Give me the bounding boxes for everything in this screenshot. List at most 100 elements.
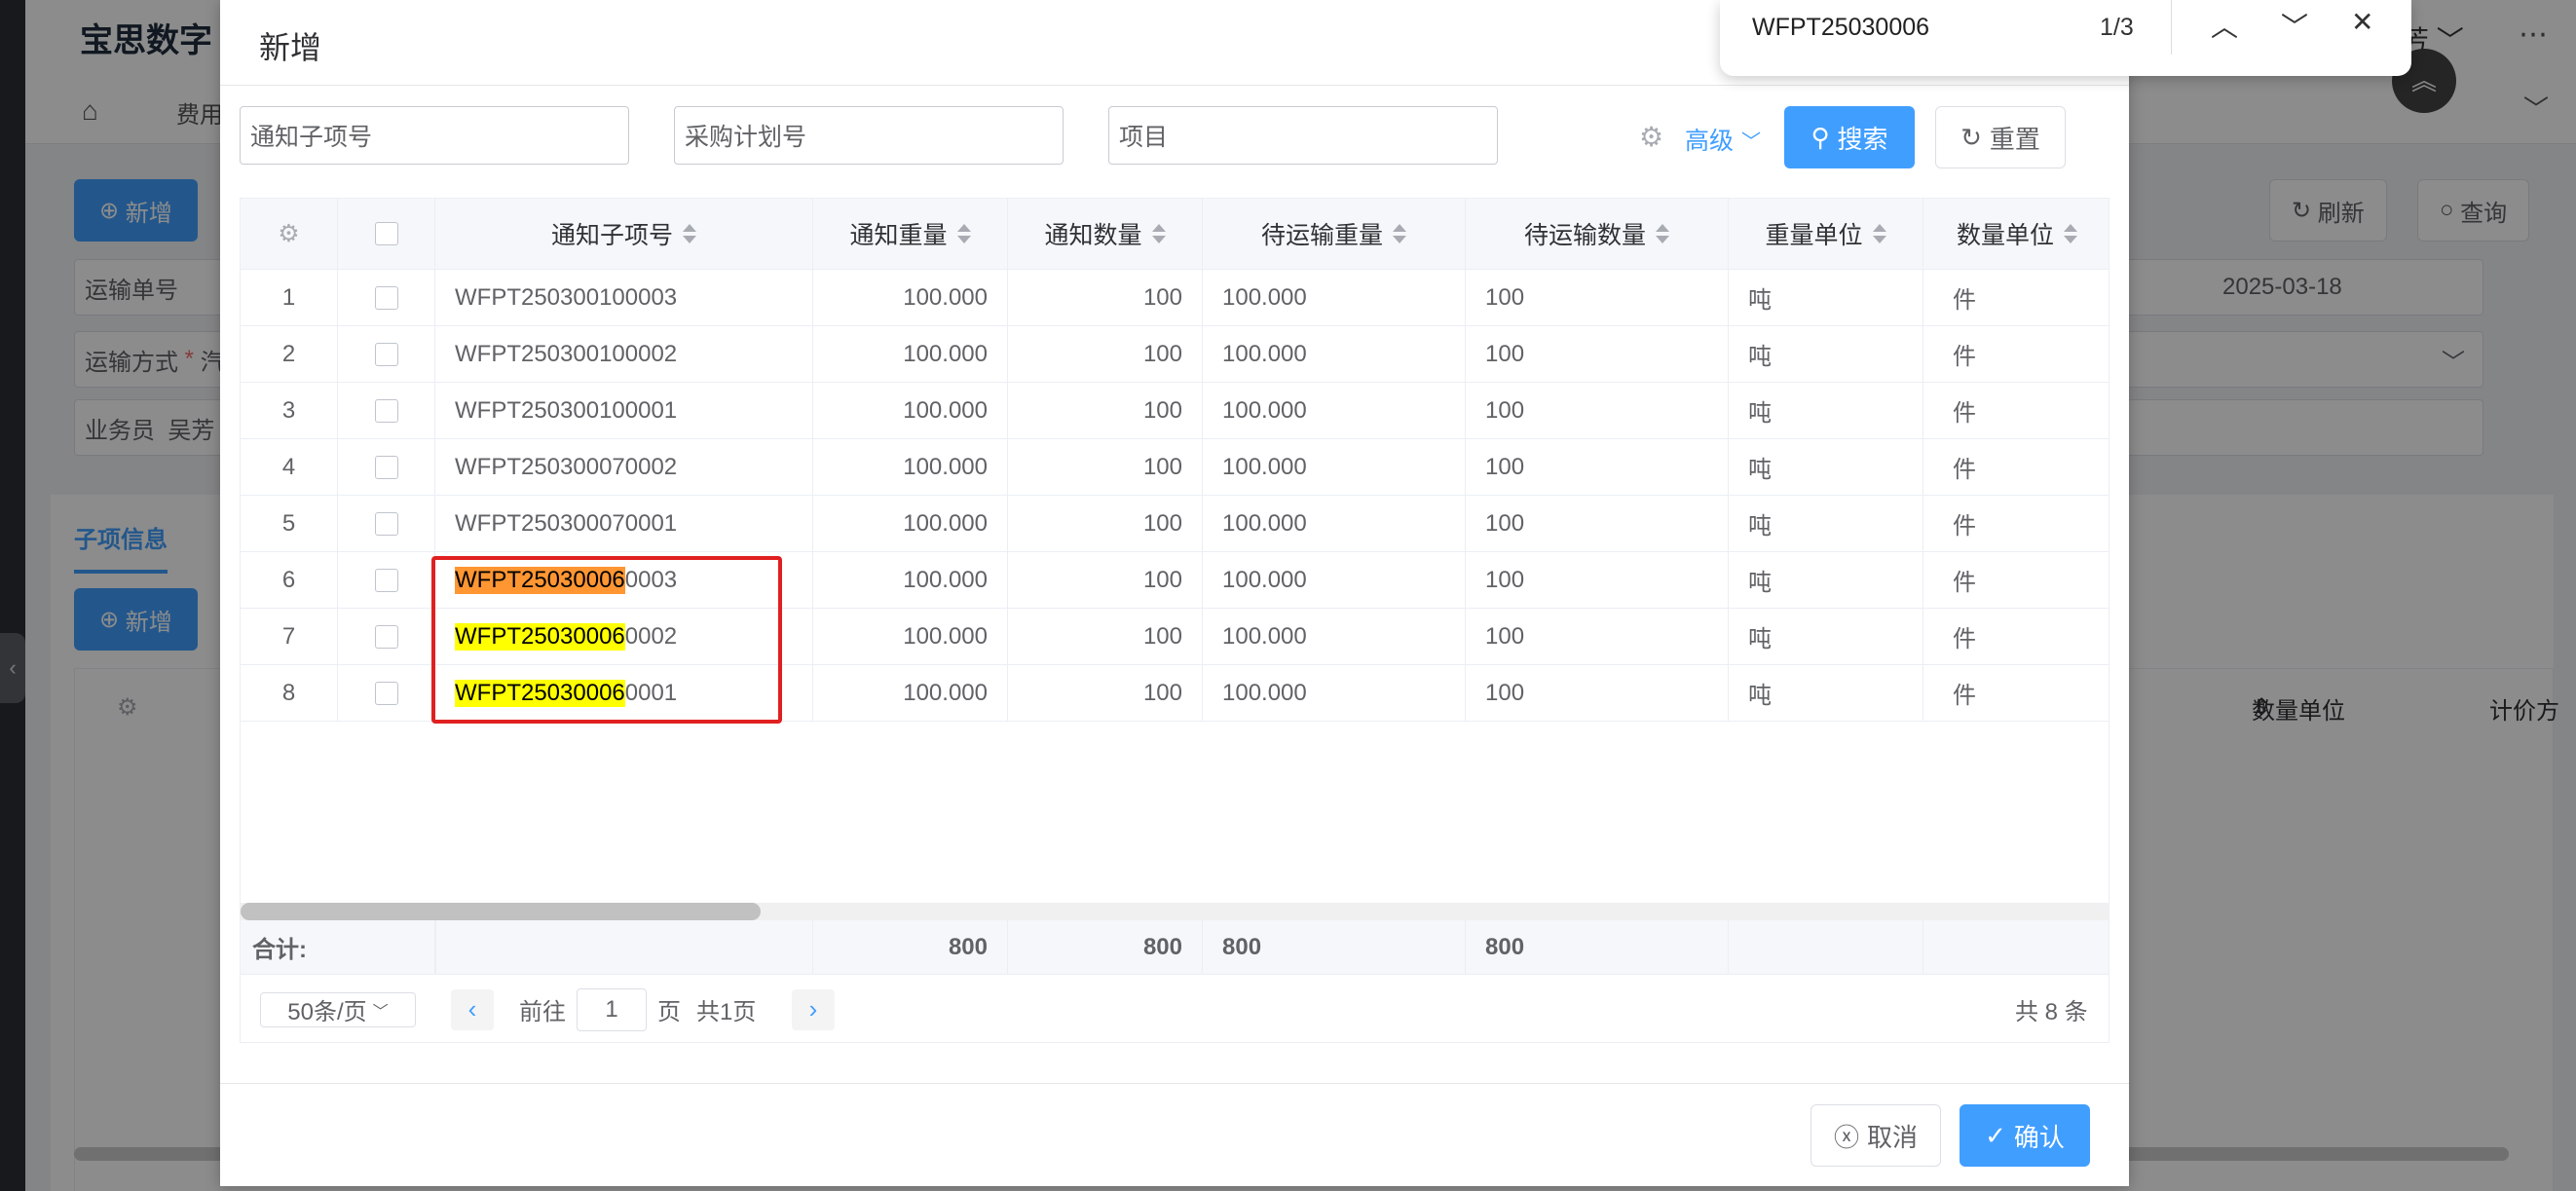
chevron-left-icon: ‹ bbox=[467, 994, 477, 1024]
notice-qty-cell: 100 bbox=[1008, 609, 1203, 665]
weight-unit-cell: 吨 bbox=[1729, 496, 1923, 552]
col-pending-weight[interactable]: 待运输重量 bbox=[1203, 199, 1466, 270]
sort-icon[interactable] bbox=[2064, 224, 2077, 243]
row-index: 3 bbox=[241, 383, 338, 439]
col-label: 待运输重量 bbox=[1260, 222, 1383, 249]
col-notice-qty[interactable]: 通知数量 bbox=[1008, 199, 1203, 270]
purchase-plan-no-input[interactable]: 采购计划号 bbox=[674, 106, 1064, 165]
table-row[interactable]: 2 WFPT250300100002 100.000 100 100.000 100 吨件 bbox=[241, 326, 2109, 383]
search-button[interactable]: ⚲ 搜索 bbox=[1784, 106, 1915, 168]
pending-weight-cell: 100.000 bbox=[1203, 496, 1466, 552]
page-number-input[interactable]: 1 bbox=[577, 987, 647, 1031]
notice-qty-cell: 100 bbox=[1008, 665, 1203, 722]
table-row[interactable]: 5 WFPT250300070001 100.000 100 100.000 100 吨件 bbox=[241, 496, 2109, 552]
col-label: 通知重量 bbox=[849, 222, 948, 249]
row-checkbox[interactable] bbox=[374, 342, 398, 366]
dialog-title: 新增 bbox=[259, 30, 322, 65]
check-icon: ✓ bbox=[1985, 1120, 2006, 1150]
pagination: 50条/页 ﹀ ‹ 前往 1 页 共1页 › 共 8 条 bbox=[241, 975, 2109, 1042]
page-size-select[interactable]: 50条/页 ﹀ bbox=[260, 991, 416, 1027]
confirm-button[interactable]: ✓ 确认 bbox=[1960, 1104, 2090, 1167]
find-match-count: 1/3 bbox=[2100, 14, 2134, 41]
select-all-checkbox[interactable] bbox=[374, 222, 398, 245]
col-pending-qty[interactable]: 待运输数量 bbox=[1466, 199, 1729, 270]
row-checkbox-cell bbox=[338, 609, 435, 665]
table-hscroll-thumb[interactable] bbox=[241, 903, 761, 920]
summary-label: 合计: bbox=[241, 920, 435, 975]
cancel-button[interactable]: ⓧ 取消 bbox=[1811, 1104, 1941, 1167]
find-next-button[interactable]: ﹀ bbox=[2281, 6, 2308, 45]
advanced-toggle[interactable]: 高级 ﹀ bbox=[1685, 122, 1761, 157]
prev-page-button[interactable]: ‹ bbox=[451, 988, 494, 1030]
column-settings[interactable]: ⚙ bbox=[241, 199, 338, 270]
search-icon: ⚲ bbox=[1811, 122, 1830, 152]
gear-icon[interactable]: ⚙ bbox=[1639, 121, 1663, 153]
close-icon: ✕ bbox=[2351, 7, 2374, 37]
weight-unit-cell: 吨 bbox=[1729, 552, 1923, 609]
notice-qty-cell: 100 bbox=[1008, 383, 1203, 439]
qty-unit-cell: 件 bbox=[1923, 383, 2109, 439]
col-label: 待运输数量 bbox=[1523, 222, 1646, 249]
notice-weight-cell: 100.000 bbox=[813, 552, 1008, 609]
col-weight-unit[interactable]: 重量单位 bbox=[1729, 199, 1923, 270]
pending-weight-cell: 100.000 bbox=[1203, 609, 1466, 665]
weight-unit-cell: 吨 bbox=[1729, 270, 1923, 326]
summary-weight: 800 bbox=[813, 920, 1008, 975]
find-previous-button[interactable]: ︿ bbox=[2211, 6, 2238, 45]
notice-sub-no-input[interactable]: 通知子项号 bbox=[240, 106, 629, 165]
row-checkbox-cell bbox=[338, 552, 435, 609]
row-checkbox[interactable] bbox=[374, 398, 398, 423]
pending-qty-cell: 100 bbox=[1466, 665, 1729, 722]
row-checkbox-cell bbox=[338, 496, 435, 552]
col-notice-sub-no[interactable]: 通知子项号 bbox=[435, 199, 813, 270]
sort-icon[interactable] bbox=[1151, 224, 1166, 243]
row-checkbox[interactable] bbox=[374, 455, 398, 479]
row-index: 5 bbox=[241, 496, 338, 552]
col-label: 数量单位 bbox=[1956, 222, 2054, 249]
find-input[interactable]: WFPT25030006 bbox=[1752, 14, 1929, 42]
notice-qty-cell: 100 bbox=[1008, 552, 1203, 609]
table-row[interactable]: 4 WFPT250300070002 100.000 100 100.000 100 吨件 bbox=[241, 439, 2109, 496]
highlight-annotation-box bbox=[431, 556, 782, 724]
notice-qty-cell: 100 bbox=[1008, 496, 1203, 552]
notice-qty-cell: 100 bbox=[1008, 439, 1203, 496]
sort-icon[interactable] bbox=[1393, 224, 1406, 243]
row-checkbox[interactable] bbox=[374, 568, 398, 592]
pending-weight-cell: 100.000 bbox=[1203, 326, 1466, 383]
reset-button[interactable]: ↻ 重置 bbox=[1935, 106, 2066, 168]
page-unit-label: 页 bbox=[657, 999, 681, 1025]
notice-table: ⚙ 通知子项号 通知重量 通知数量 待运输重量 待运输数量 重量单位 数量单位 … bbox=[240, 198, 2109, 1043]
dialog-footer: ⓧ 取消 ✓ 确认 bbox=[220, 1083, 2129, 1186]
table-row[interactable]: 1 WFPT250300100003 100.000 100 100.000 100 吨件 bbox=[241, 270, 2109, 326]
select-all-cell bbox=[338, 199, 435, 270]
project-input[interactable]: 项目 bbox=[1108, 106, 1498, 165]
refresh-icon: ↻ bbox=[1960, 122, 1982, 152]
row-checkbox-cell bbox=[338, 665, 435, 722]
table-row[interactable]: 3 WFPT250300100001 100.000 100 100.000 100 吨件 bbox=[241, 383, 2109, 439]
reset-label: 重置 bbox=[1989, 124, 2040, 154]
sort-icon[interactable] bbox=[1656, 224, 1669, 243]
summary-row: 合计: 800 800 800 800 bbox=[241, 920, 2109, 975]
sort-icon[interactable] bbox=[683, 224, 696, 243]
col-qty-unit[interactable]: 数量单位 bbox=[1923, 199, 2109, 270]
row-checkbox[interactable] bbox=[374, 624, 398, 649]
notice-weight-cell: 100.000 bbox=[813, 439, 1008, 496]
qty-unit-cell: 件 bbox=[1923, 552, 2109, 609]
col-notice-weight[interactable]: 通知重量 bbox=[813, 199, 1008, 270]
find-in-page-bar: WFPT25030006 1/3 ︿ ﹀ ✕ bbox=[1720, 0, 2411, 76]
col-label: 重量单位 bbox=[1765, 222, 1863, 249]
find-close-button[interactable]: ✕ bbox=[2351, 6, 2373, 38]
gear-icon[interactable]: ⚙ bbox=[278, 219, 299, 248]
row-checkbox[interactable] bbox=[374, 285, 398, 310]
sort-icon[interactable] bbox=[956, 224, 971, 243]
sort-icon[interactable] bbox=[1872, 224, 1886, 243]
pending-weight-cell: 100.000 bbox=[1203, 383, 1466, 439]
qty-unit-cell: 件 bbox=[1923, 665, 2109, 722]
row-checkbox[interactable] bbox=[374, 511, 398, 536]
row-index: 4 bbox=[241, 439, 338, 496]
next-page-button[interactable]: › bbox=[792, 988, 835, 1030]
pending-qty-cell: 100 bbox=[1466, 496, 1729, 552]
row-checkbox[interactable] bbox=[374, 681, 398, 705]
notice-sub-no-cell: WFPT250300100003 bbox=[435, 270, 813, 326]
notice-sub-no-cell: WFPT250300100002 bbox=[435, 326, 813, 383]
